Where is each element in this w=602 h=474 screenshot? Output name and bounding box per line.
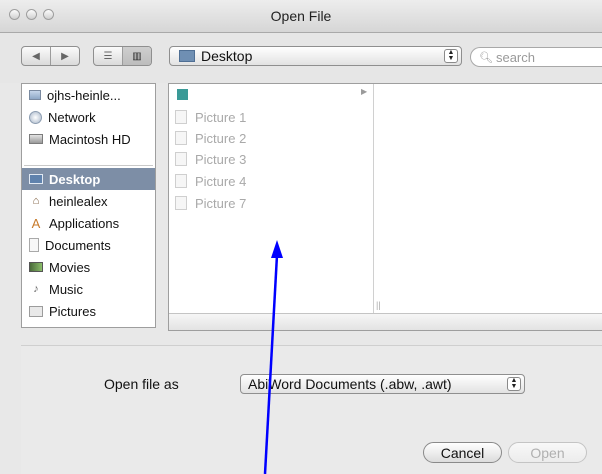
expand-arrow-icon: ▶ — [361, 87, 368, 96]
sidebar-item-ojhs[interactable]: ojhs-heinle... — [22, 84, 155, 106]
desktop-icon — [29, 174, 43, 184]
sidebar-item-documents[interactable]: Documents — [22, 234, 155, 256]
image-file-icon — [175, 196, 187, 210]
location-label: Desktop — [201, 48, 253, 64]
network-icon — [29, 110, 42, 124]
file-type-value: AbiWord Documents (.abw, .awt) — [248, 376, 452, 392]
sidebar: ojhs-heinle... Network Macintosh HD Desk… — [21, 83, 156, 328]
sidebar-divider — [24, 165, 153, 166]
sidebar-item-label: Desktop — [49, 171, 101, 187]
sidebar-item-pictures[interactable]: Pictures — [22, 300, 155, 322]
browser-column-desktop: ▶ Picture 1 Picture 2 Picture 3 Picture … — [169, 84, 381, 314]
home-icon: ⌂ — [32, 195, 40, 207]
search-field[interactable]: 🔍︎ search — [470, 47, 602, 67]
open-file-dialog: Open File ◀ ▶ ☰ ▥ Desktop ▲ ▼ 🔍︎ search o… — [0, 0, 602, 474]
column-view-button[interactable]: ▥ — [123, 47, 151, 65]
sidebar-item-label: Movies — [49, 259, 91, 275]
window-title: Open File — [270, 8, 332, 24]
image-file-icon — [175, 131, 187, 145]
file-item[interactable]: Picture 1 — [175, 107, 246, 127]
music-icon: ♪ — [33, 283, 39, 295]
sidebar-item-label: ojhs-heinle... — [47, 87, 121, 103]
back-forward-control: ◀ ▶ — [21, 46, 80, 66]
file-item[interactable]: Picture 7 — [175, 193, 246, 213]
file-item[interactable]: Picture 3 — [175, 149, 246, 169]
title-bar: Open File — [0, 0, 602, 33]
image-file-icon — [175, 152, 187, 166]
list-view-button[interactable]: ☰ — [94, 47, 123, 65]
sidebar-item-movies[interactable]: Movies — [22, 256, 155, 278]
sidebar-item-label: Macintosh HD — [49, 131, 131, 147]
search-placeholder: search — [495, 49, 535, 65]
file-type-popup[interactable]: AbiWord Documents (.abw, .awt) ▲ ▼ — [240, 374, 525, 394]
file-item[interactable]: Picture 4 — [175, 171, 246, 191]
applications-icon: A — [31, 215, 41, 231]
options-panel: Open file as AbiWord Documents (.abw, .a… — [21, 345, 602, 474]
forward-button[interactable]: ▶ — [51, 47, 79, 65]
documents-icon — [29, 238, 39, 252]
file-browser[interactable]: ▶ Picture 1 Picture 2 Picture 3 Picture … — [168, 83, 602, 331]
horizontal-scrollbar[interactable] — [169, 313, 602, 330]
sidebar-item-network[interactable]: Network — [22, 106, 155, 128]
file-name: Picture 4 — [195, 173, 247, 189]
location-popup[interactable]: Desktop ▲ ▼ — [169, 46, 462, 66]
file-name: Picture 2 — [195, 130, 247, 146]
popup-arrows-icon: ▲ ▼ — [444, 49, 458, 63]
movies-icon — [29, 262, 43, 272]
sidebar-item-heinlealex[interactable]: ⌂ heinlealex — [22, 190, 155, 212]
open-file-as-label: Open file as — [104, 376, 179, 392]
toolbar: ◀ ▶ ☰ ▥ Desktop ▲ ▼ 🔍︎ search — [0, 33, 602, 83]
sidebar-item-label: heinlealex — [49, 193, 108, 209]
hard-drive-icon — [29, 134, 43, 144]
pictures-icon — [29, 305, 43, 317]
sidebar-item-macintosh-hd[interactable]: Macintosh HD — [22, 128, 155, 150]
sidebar-item-desktop[interactable]: Desktop — [22, 168, 155, 190]
sidebar-item-label: Documents — [45, 237, 111, 253]
desktop-folder-icon — [179, 50, 195, 62]
image-file-icon — [175, 110, 187, 124]
search-icon: 🔍︎ — [479, 51, 493, 64]
computer-icon — [29, 90, 41, 100]
back-button[interactable]: ◀ — [22, 47, 51, 65]
sidebar-item-music[interactable]: ♪ Music — [22, 278, 155, 300]
teal-folder-icon[interactable] — [177, 89, 188, 100]
image-file-icon — [175, 174, 187, 188]
view-mode-control: ☰ ▥ — [93, 46, 152, 66]
popup-arrows-icon: ▲ ▼ — [507, 377, 521, 391]
file-name: Picture 7 — [195, 195, 247, 211]
column-resize-handle[interactable]: || — [376, 300, 381, 310]
sidebar-item-label: Applications — [49, 215, 120, 231]
cancel-button[interactable]: Cancel — [423, 442, 502, 463]
file-name: Picture 1 — [195, 109, 247, 125]
open-button[interactable]: Open — [508, 442, 587, 463]
sidebar-item-label: Pictures — [49, 303, 96, 319]
sidebar-item-label: Network — [48, 109, 96, 125]
file-name: Picture 3 — [195, 151, 247, 167]
sidebar-item-applications[interactable]: A Applications — [22, 212, 155, 234]
sidebar-item-label: Music — [49, 281, 83, 297]
file-item[interactable]: Picture 2 — [175, 128, 246, 148]
